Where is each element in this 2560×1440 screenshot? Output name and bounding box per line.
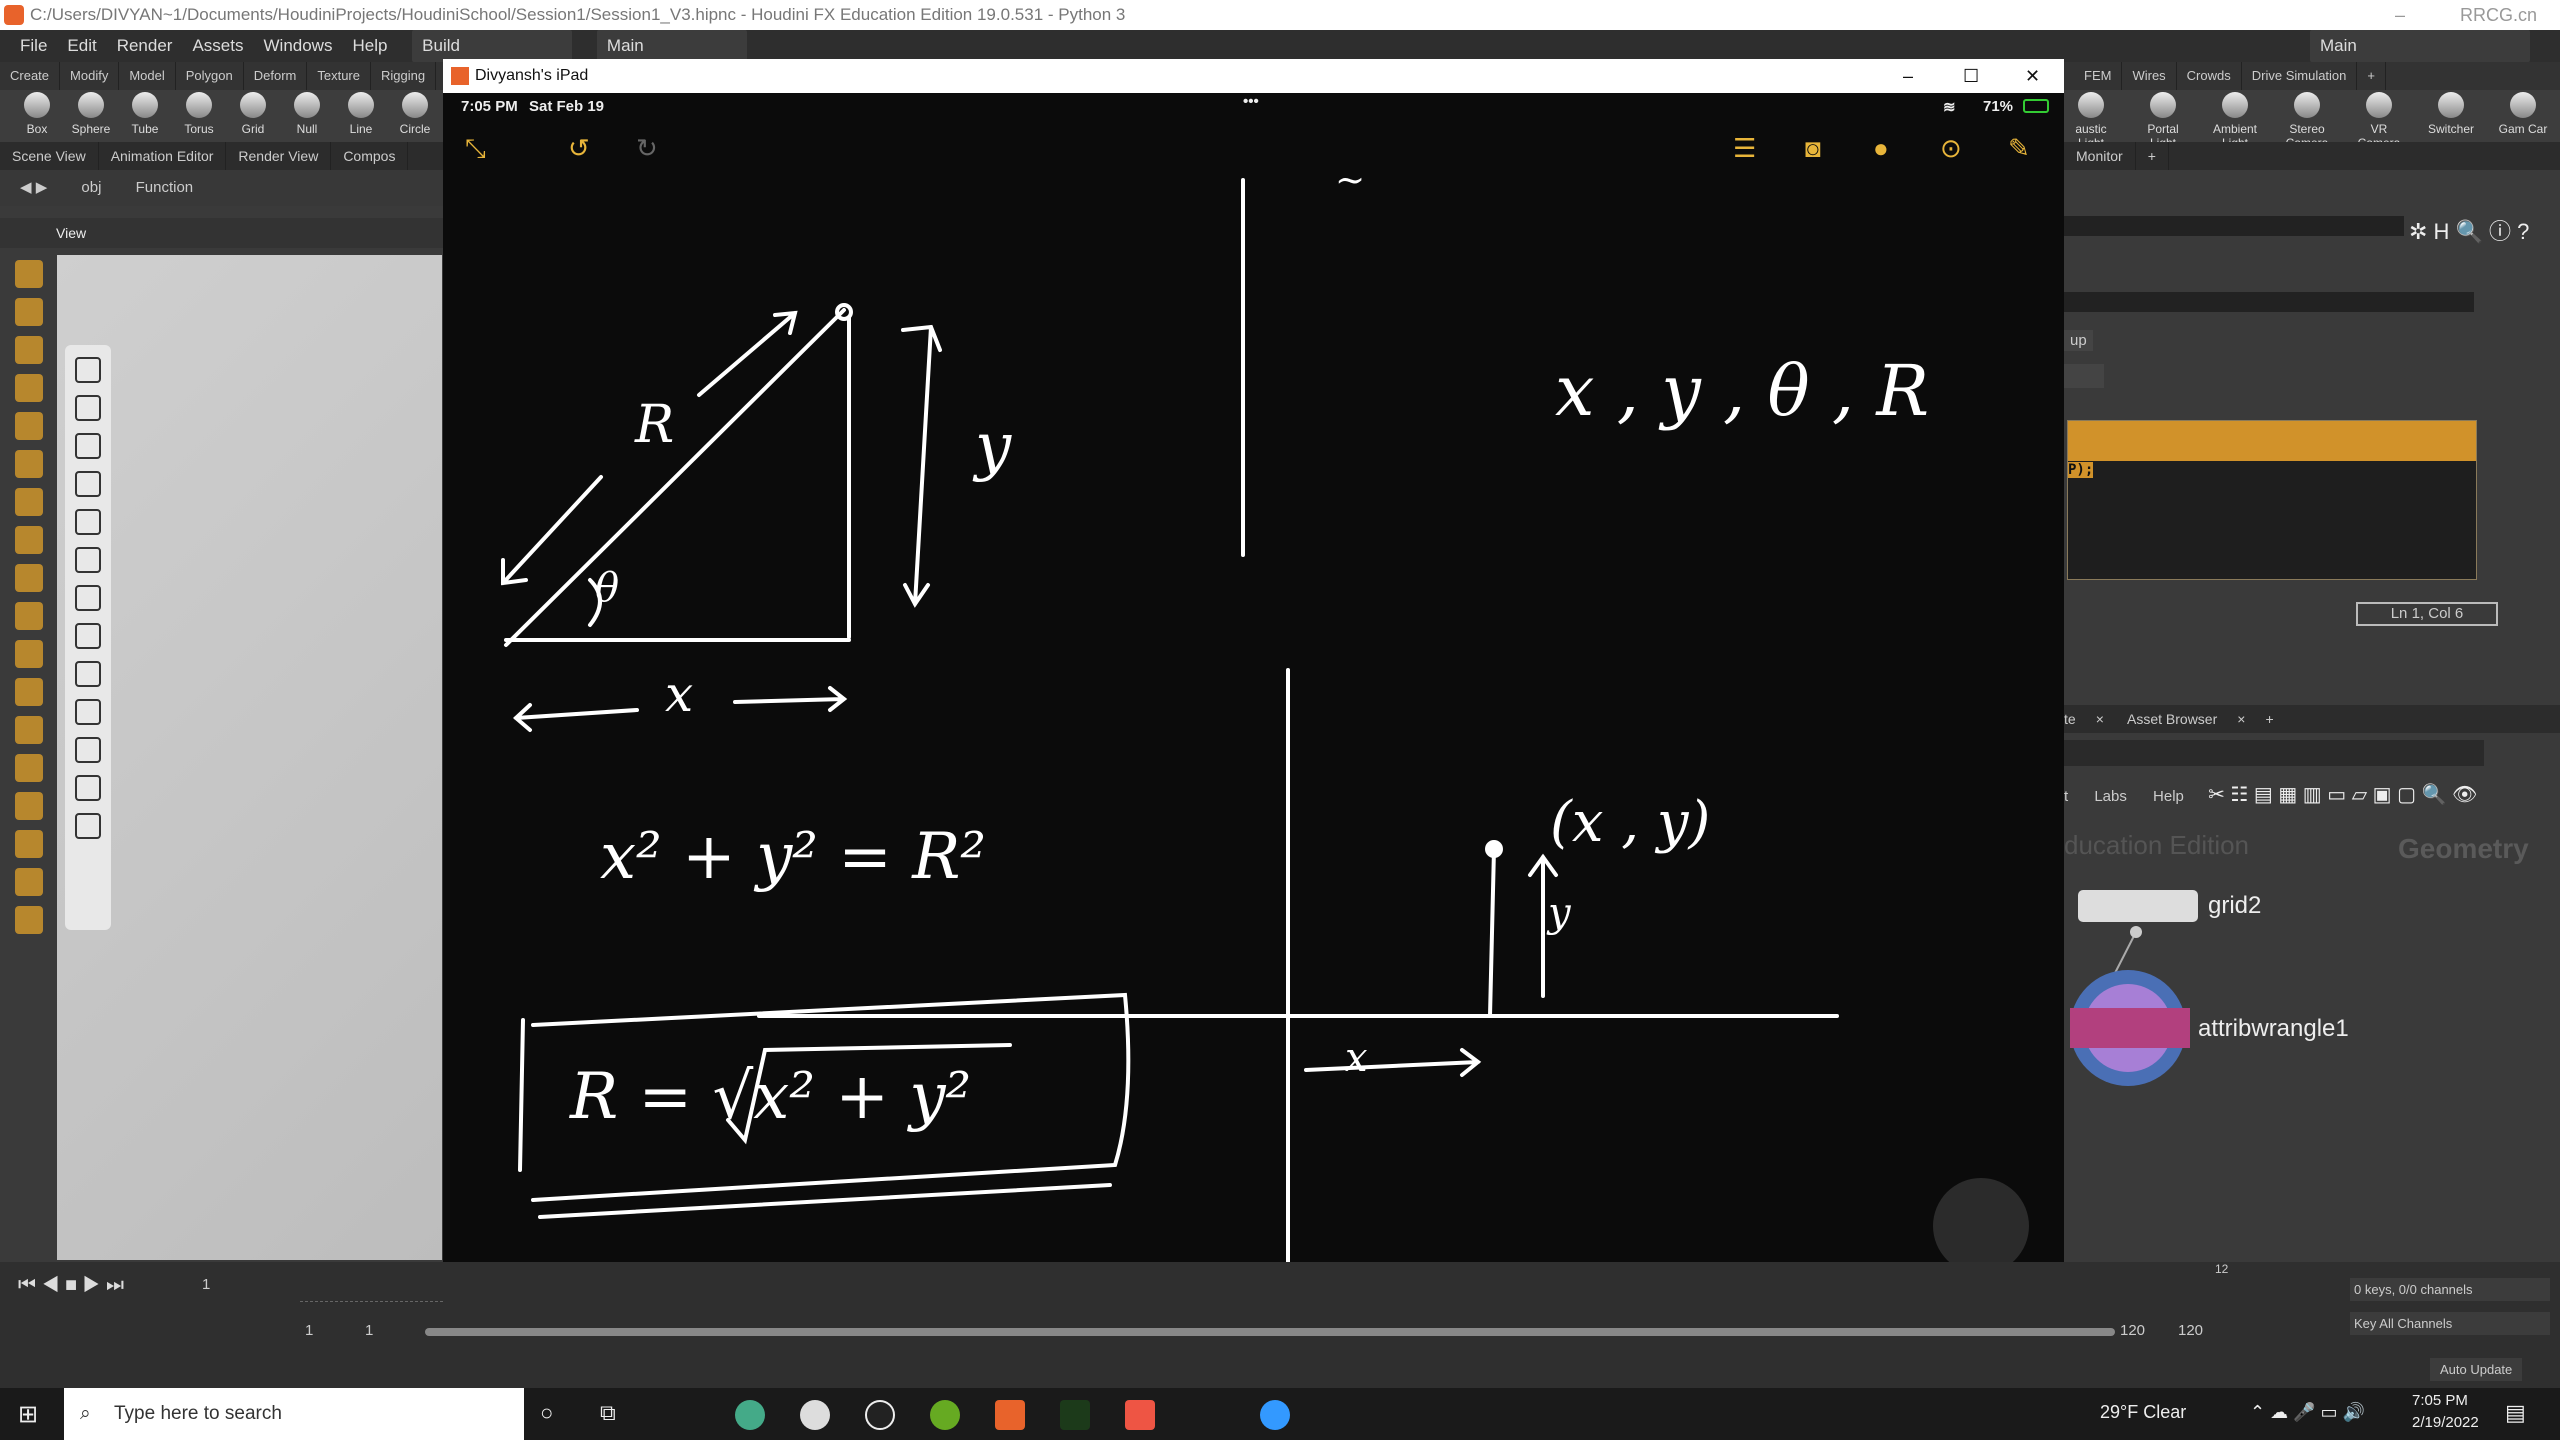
keys-status: 0 keys, 0/0 channels	[2350, 1278, 2550, 1301]
sidecar-icon[interactable]	[1125, 1400, 1155, 1430]
note-x-small: x	[1345, 1035, 1368, 1081]
x-arrow-left	[512, 703, 639, 732]
note-variables: x , y , θ , R	[1555, 350, 1930, 432]
system-tray-icons[interactable]: ⌃ ☁ 🎤 ▭ 🔊	[2250, 1402, 2365, 1423]
note-y-small: y	[1548, 890, 1571, 936]
x-right-arrow	[1304, 1048, 1482, 1077]
group-type-select[interactable]	[2064, 364, 2104, 388]
chrome-icon[interactable]	[735, 1400, 765, 1430]
network-tool-icons[interactable]: ✂ ☷ ▤ ▦ ▥ ▭ ▱ ▣ ▢ 🔍 👁	[2208, 784, 2477, 806]
menu-partial[interactable]: t	[2064, 788, 2068, 805]
search-field[interactable]	[2064, 216, 2404, 236]
weather-status[interactable]: 29°F Clear	[2100, 1402, 2186, 1423]
taskbar-search-input[interactable]: ⌕ Type here to search	[64, 1388, 524, 1440]
clock-time: 7:05 PM	[2412, 1392, 2468, 1409]
node-path-field[interactable]	[2064, 292, 2474, 312]
note-equation: x² + y² = R²	[600, 820, 987, 894]
clock-date: 2/19/2022	[2412, 1414, 2479, 1431]
node-connection	[2070, 926, 2190, 1086]
node-label-grid2: grid2	[2208, 892, 2262, 919]
network-tabs: te × Asset Browser × +	[2064, 705, 2560, 733]
toolbar-icons[interactable]: ✲ H 🔍 ⓘ ?	[2409, 214, 2529, 246]
hypotenuse-stroke	[504, 308, 846, 647]
unity-icon[interactable]	[800, 1400, 830, 1430]
auto-update-button[interactable]: Auto Update	[2430, 1358, 2523, 1381]
vex-code-editor[interactable]: P);	[2067, 420, 2477, 580]
timeline[interactable]	[300, 1262, 443, 1302]
node-label-attribwrangle1: attribwrangle1	[2198, 1015, 2349, 1042]
network-menubar: t Labs Help ✂ ☷ ▤ ▦ ▥ ▭ ▱ ▣ ▢ 🔍 👁	[2064, 780, 2560, 810]
group-field[interactable]: up	[2064, 330, 2093, 351]
note-r: R	[635, 395, 675, 455]
range-end[interactable]: 120	[2120, 1322, 2145, 1339]
note-point: (x , y)	[1550, 790, 1711, 855]
zoom-icon[interactable]	[1260, 1400, 1290, 1430]
note-x: x	[665, 665, 694, 723]
x-arrow-right	[733, 686, 848, 712]
note-theta: θ	[595, 565, 620, 611]
range-start-2[interactable]: 1	[365, 1322, 373, 1339]
tab-asset-browser[interactable]: Asset Browser	[2127, 711, 2217, 727]
range-slider[interactable]	[425, 1328, 2115, 1336]
playback-controls[interactable]: ⏮ ◀ ■ ▶ ⏭	[18, 1274, 124, 1297]
start-button[interactable]: ⊞	[18, 1400, 38, 1429]
hypotenuse-arrow	[697, 310, 798, 397]
y-arrow	[901, 324, 942, 608]
range-start[interactable]: 1	[305, 1322, 313, 1339]
node-grid2[interactable]	[2078, 890, 2198, 922]
playbar: ⏮ ◀ ■ ▶ ⏭ 1 12 1 1 120 120 0 keys, 0/0 c…	[0, 1262, 2560, 1388]
network-context-label: Geometry	[2398, 833, 2529, 864]
houdini-taskbar-icon[interactable]	[995, 1400, 1025, 1430]
search-icon: ⌕	[80, 1403, 91, 1424]
code-fragment: P);	[2068, 462, 2094, 478]
network-path-field[interactable]	[2064, 740, 2484, 766]
current-frame-field[interactable]: 1	[202, 1276, 210, 1293]
code-highlight	[2068, 421, 2476, 461]
timeline-marker: 12	[2215, 1262, 2229, 1276]
note-mark: ~	[1335, 160, 1366, 201]
note-r-formula: R = √x² + y²	[570, 1060, 972, 1134]
unreal-icon[interactable]	[865, 1400, 895, 1430]
notifications-icon[interactable]: ▤	[2505, 1400, 2526, 1426]
cortana-icon[interactable]: ○	[540, 1400, 553, 1426]
key-all-channels-button[interactable]: Key All Channels	[2350, 1312, 2550, 1335]
daz-studio-icon[interactable]	[1060, 1400, 1090, 1430]
point-drop-stroke	[1488, 847, 1496, 1018]
cursor-position: Ln 1, Col 6	[2356, 602, 2498, 626]
app-icon[interactable]	[930, 1400, 960, 1430]
menu-labs[interactable]: Labs	[2094, 788, 2127, 805]
note-y: y	[975, 410, 1012, 484]
menu-help[interactable]: Help	[2153, 788, 2184, 805]
edition-watermark: ducation Edition	[2064, 830, 2250, 860]
task-view-icon[interactable]: ⧉	[600, 1400, 616, 1426]
search-placeholder: Type here to search	[114, 1403, 282, 1424]
tab-partial[interactable]: te	[2064, 711, 2076, 727]
add-tab-button[interactable]: +	[2265, 711, 2273, 727]
range-end-2[interactable]: 120	[2178, 1322, 2203, 1339]
